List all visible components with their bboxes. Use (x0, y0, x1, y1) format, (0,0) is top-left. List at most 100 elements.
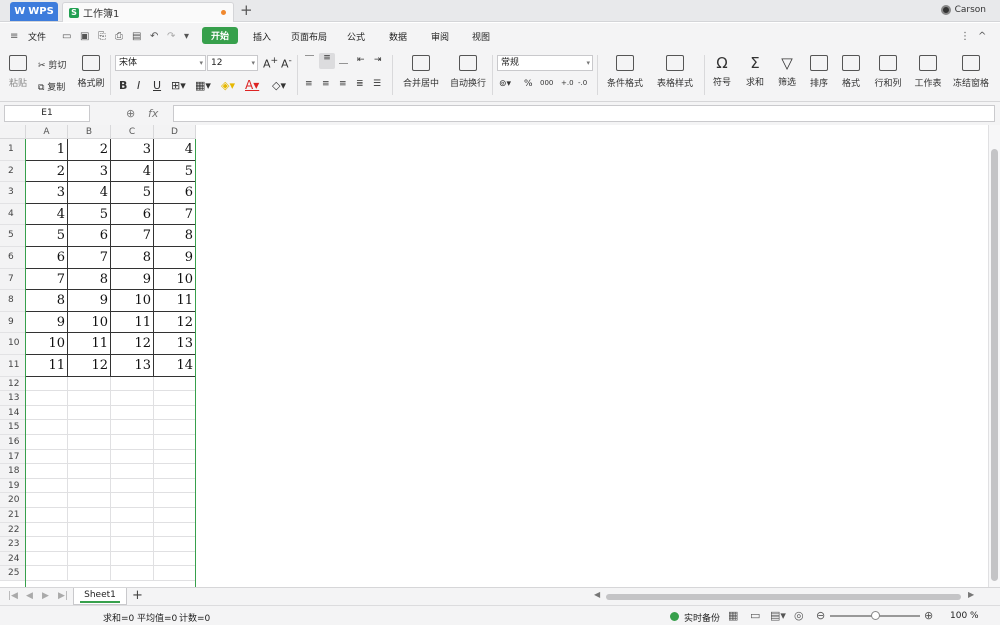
distributed-icon[interactable]: ☰ (373, 79, 381, 89)
empty-cell[interactable] (154, 478, 196, 494)
empty-cell[interactable] (111, 508, 154, 523)
align-center-icon[interactable]: ≡ (322, 79, 330, 89)
row-header-18[interactable]: 18 (0, 464, 26, 479)
empty-cell[interactable] (68, 478, 111, 494)
align-right-icon[interactable]: ≡ (339, 79, 347, 89)
new-tab-button[interactable]: + (240, 1, 253, 19)
row-header-14[interactable]: 14 (0, 405, 26, 421)
align-bottom-icon[interactable]: ⎽ (339, 55, 348, 65)
cell[interactable]: 8 (111, 247, 154, 269)
worksheet-button[interactable]: 工作表 (909, 55, 947, 89)
empty-cell[interactable] (26, 566, 68, 581)
cell[interactable]: 7 (154, 203, 196, 226)
spreadsheet-grid[interactable]: ABCD 1 2 3 4 5 6 7 8 9 10 11 12 13 14 15 16 17 18 19 20 21 22… (0, 125, 988, 587)
cell[interactable]: 4 (111, 160, 154, 183)
column-header-b[interactable]: B (68, 125, 111, 139)
first-sheet-icon[interactable]: |◀ (8, 591, 18, 601)
row-header-15[interactable]: 15 (0, 420, 26, 435)
menu-formulas[interactable]: 公式 (347, 30, 365, 43)
empty-cell[interactable] (26, 420, 68, 435)
row-header-5[interactable]: 5 (0, 225, 26, 247)
zoom-out-icon[interactable]: ⊖ (816, 609, 825, 622)
cell[interactable]: 9 (68, 290, 111, 312)
empty-cell[interactable] (26, 493, 68, 508)
empty-cell[interactable] (154, 464, 196, 479)
row-header-24[interactable]: 24 (0, 551, 26, 567)
percent-button[interactable]: % (524, 79, 533, 89)
print-preview-icon[interactable]: ▤ (132, 31, 141, 42)
empty-cell[interactable] (154, 522, 196, 538)
sort-button[interactable]: 排序 (804, 55, 834, 89)
empty-cell[interactable] (111, 464, 154, 479)
last-sheet-icon[interactable]: ▶| (58, 591, 68, 601)
empty-cell[interactable] (68, 420, 111, 435)
redo-icon[interactable]: ↷ (167, 31, 175, 42)
format-button[interactable]: 格式 (836, 55, 866, 89)
font-color-icon[interactable]: A▾ (245, 78, 259, 92)
add-sheet-button[interactable]: + (132, 588, 143, 603)
empty-cell[interactable] (111, 478, 154, 494)
next-sheet-icon[interactable]: ▶ (42, 591, 49, 601)
empty-cell[interactable] (154, 420, 196, 435)
empty-cell[interactable] (154, 566, 196, 581)
cell[interactable]: 10 (154, 268, 196, 291)
workbook-tab[interactable]: S 工作簿1 (62, 2, 234, 22)
row-header-23[interactable]: 23 (0, 537, 26, 552)
empty-cell[interactable] (26, 478, 68, 494)
italic-button[interactable]: I (137, 79, 140, 92)
empty-cell[interactable] (26, 537, 68, 552)
empty-cell[interactable] (68, 508, 111, 523)
indent-decrease-icon[interactable]: ⇤ (357, 55, 365, 65)
empty-cell[interactable] (68, 449, 111, 465)
cell[interactable]: 4 (68, 182, 111, 204)
save-icon[interactable]: ▣ (80, 31, 89, 42)
empty-cell[interactable] (154, 449, 196, 465)
empty-cell[interactable] (154, 537, 196, 552)
menu-file[interactable]: 文件 (28, 30, 46, 43)
cell[interactable]: 12 (111, 333, 154, 355)
wrap-text-button[interactable]: 自动换行 (447, 55, 489, 89)
empty-cell[interactable] (154, 493, 196, 508)
empty-cell[interactable] (154, 551, 196, 567)
zoom-slider[interactable] (830, 611, 920, 620)
select-all-corner[interactable] (0, 125, 26, 139)
empty-cell[interactable] (26, 391, 68, 406)
cell[interactable]: 11 (111, 311, 154, 334)
cell[interactable]: 1 (26, 139, 68, 161)
empty-cell[interactable] (111, 420, 154, 435)
cell[interactable]: 3 (26, 182, 68, 204)
empty-cell[interactable] (26, 405, 68, 421)
collapse-ribbon-icon[interactable]: ^ (978, 31, 986, 42)
empty-cell[interactable] (111, 435, 154, 450)
align-left-icon[interactable]: ≡ (305, 79, 313, 89)
empty-cell[interactable] (26, 508, 68, 523)
empty-cell[interactable] (26, 551, 68, 567)
fill-color-icon[interactable]: ◈▾ (221, 79, 235, 92)
row-header-1[interactable]: 1 (0, 139, 26, 161)
empty-cell[interactable] (154, 508, 196, 523)
name-box[interactable]: E1 (4, 105, 90, 122)
cell[interactable]: 4 (154, 139, 196, 161)
column-header-c[interactable]: C (111, 125, 154, 139)
row-col-button[interactable]: 行和列 (868, 55, 908, 89)
cell[interactable]: 8 (26, 290, 68, 312)
row-header-16[interactable]: 16 (0, 435, 26, 450)
cell[interactable]: 2 (26, 160, 68, 183)
menu-insert[interactable]: 插入 (253, 30, 271, 43)
decrease-decimal-icon[interactable]: -.0 (578, 79, 587, 87)
cell[interactable]: 10 (26, 333, 68, 355)
empty-cell[interactable] (68, 391, 111, 406)
align-middle-icon[interactable]: ≡ (319, 53, 335, 69)
underline-button[interactable]: U (153, 79, 161, 92)
empty-cell[interactable] (111, 405, 154, 421)
cell[interactable]: 4 (26, 203, 68, 226)
normal-view-icon[interactable]: ▦ (728, 609, 738, 622)
empty-cell[interactable] (111, 537, 154, 552)
reading-mode-icon[interactable]: ◎ (794, 609, 804, 622)
indent-increase-icon[interactable]: ⇥ (374, 55, 382, 65)
table-style-button[interactable]: 表格样式 (652, 55, 698, 89)
empty-cell[interactable] (26, 376, 68, 392)
empty-cell[interactable] (68, 405, 111, 421)
row-header-22[interactable]: 22 (0, 522, 26, 538)
scroll-left-icon[interactable]: ◀ (594, 590, 600, 599)
